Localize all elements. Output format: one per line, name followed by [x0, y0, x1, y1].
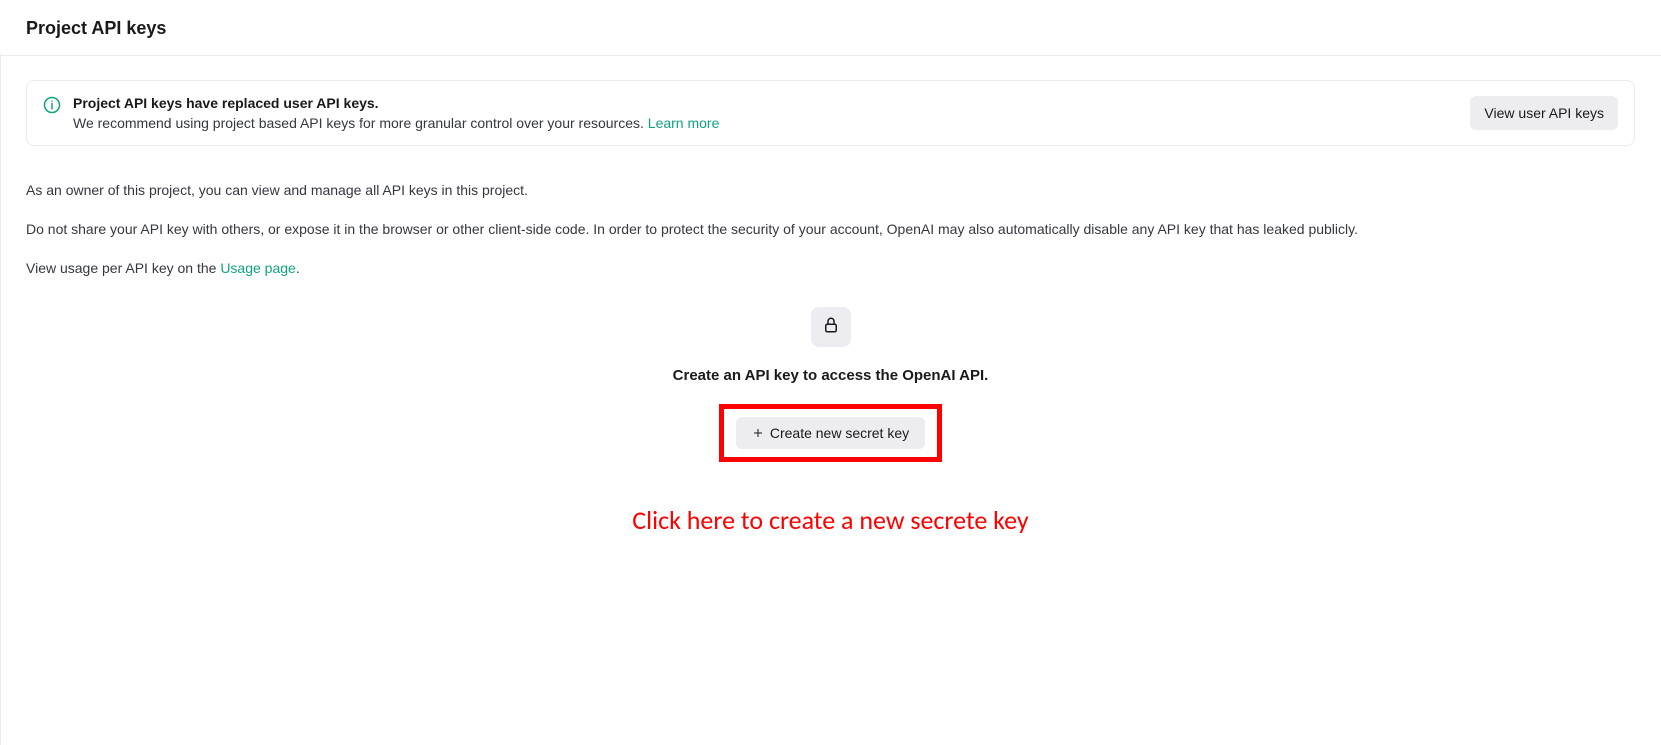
plus-icon [752, 427, 764, 439]
empty-state: Create an API key to access the OpenAI A… [26, 307, 1635, 536]
body-line-3: View usage per API key on the Usage page… [26, 258, 1635, 279]
create-button-label: Create new secret key [770, 425, 909, 441]
view-user-api-keys-button[interactable]: View user API keys [1470, 96, 1618, 130]
left-border [0, 54, 1, 745]
info-text-block: Project API keys have replaced user API … [73, 95, 719, 131]
body-line-3-suffix: . [296, 260, 300, 276]
usage-page-link[interactable]: Usage page [220, 260, 296, 276]
create-new-secret-key-button[interactable]: Create new secret key [736, 417, 925, 449]
annotation-text: Click here to create a new secrete key [632, 504, 1028, 536]
info-icon [43, 96, 61, 114]
empty-headline: Create an API key to access the OpenAI A… [673, 367, 989, 384]
info-banner-title: Project API keys have replaced user API … [73, 95, 719, 111]
body-text-section: As an owner of this project, you can vie… [26, 180, 1635, 279]
lock-icon [822, 316, 840, 339]
info-banner-desc: We recommend using project based API key… [73, 115, 719, 131]
lock-icon-box [811, 307, 851, 347]
info-banner-left: Project API keys have replaced user API … [43, 95, 1456, 131]
content-wrap: Project API keys have replaced user API … [0, 56, 1661, 536]
body-line-2: Do not share your API key with others, o… [26, 219, 1635, 240]
body-line-3-prefix: View usage per API key on the [26, 260, 220, 276]
body-line-1: As an owner of this project, you can vie… [26, 180, 1635, 201]
info-banner-desc-text: We recommend using project based API key… [73, 115, 648, 131]
page-header: Project API keys [0, 0, 1661, 56]
info-banner: Project API keys have replaced user API … [26, 80, 1635, 146]
learn-more-link[interactable]: Learn more [648, 115, 720, 131]
page-title: Project API keys [26, 18, 1635, 39]
annotation-highlight-box: Create new secret key [719, 404, 942, 462]
